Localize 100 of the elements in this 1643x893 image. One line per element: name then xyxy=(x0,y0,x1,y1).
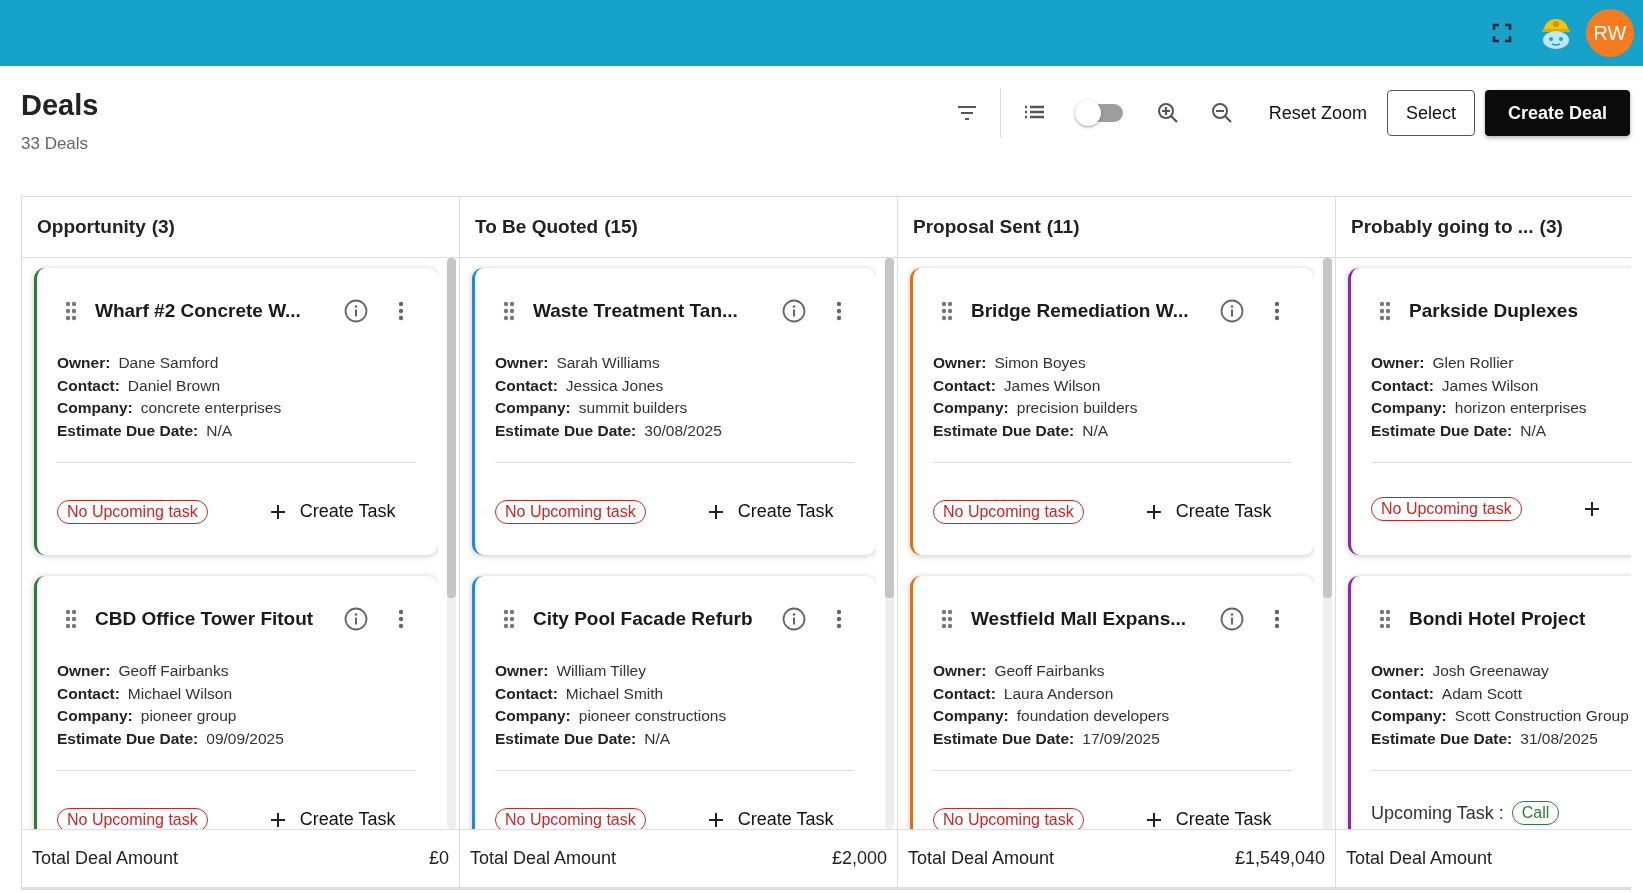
total-amount: £2,000 xyxy=(831,848,887,869)
plus-icon[interactable] xyxy=(707,811,724,828)
deal-card[interactable]: Wharf #2 Concrete W... Owner: Dane Samford Contact: Daniel Brown Company: concrete enterprises Estimate Due Date: N/A No Upcoming task Create Task xyxy=(34,268,438,555)
fullscreen-icon[interactable] xyxy=(1492,23,1512,43)
zoom-out-icon[interactable] xyxy=(1209,101,1234,125)
field-value: 17/09/2025 xyxy=(1082,729,1160,748)
field-label: Company: xyxy=(57,707,133,726)
field-label: Owner: xyxy=(933,354,987,373)
drag-handle-icon[interactable] xyxy=(65,609,77,629)
field-value: Laura Anderson xyxy=(1003,684,1114,703)
more-options-icon[interactable] xyxy=(398,301,404,321)
field-label: Estimate Due Date: xyxy=(933,729,1075,748)
field-label: Estimate Due Date: xyxy=(933,421,1075,440)
field-label: Company: xyxy=(495,399,571,418)
field-value: Michael Smith xyxy=(565,684,664,703)
field-label: Contact: xyxy=(495,376,558,395)
field-value: Michael Wilson xyxy=(127,684,233,703)
more-options-icon[interactable] xyxy=(1274,609,1280,629)
deal-card[interactable]: Parkside Duplexes Owner: Glen Rollier Contact: James Wilson Company: horizon enterprises Estimate Due Date: N/A No Upcoming task xyxy=(1348,268,1631,555)
scrollbar[interactable] xyxy=(447,258,456,829)
create-task-button[interactable]: Create Task xyxy=(707,497,834,526)
column-count: (3) xyxy=(1539,216,1563,238)
drag-handle-icon[interactable] xyxy=(503,301,515,321)
field-label: Estimate Due Date: xyxy=(495,729,637,748)
plus-icon[interactable] xyxy=(1145,811,1162,828)
column-count: (11) xyxy=(1046,216,1080,238)
drag-handle-icon[interactable] xyxy=(65,301,77,321)
reset-zoom-button[interactable]: Reset Zoom xyxy=(1262,94,1373,132)
field-value: N/A xyxy=(644,729,671,748)
column-title: Proposal Sent xyxy=(913,216,1041,238)
more-options-icon[interactable] xyxy=(836,301,842,321)
scrollbar[interactable] xyxy=(1323,258,1332,829)
plus-icon[interactable] xyxy=(269,503,286,520)
create-task-button[interactable]: Create Task xyxy=(1145,805,1272,829)
field-value: pioneer group xyxy=(140,707,237,726)
plus-icon[interactable] xyxy=(1145,503,1162,520)
plus-icon[interactable] xyxy=(707,503,724,520)
deal-card[interactable]: Waste Treatment Tan... Owner: Sarah Williams Contact: Jessica Jones Company: summit builders Estimate Due Date: 30/08/2025 No Upcoming task Create Task xyxy=(472,268,876,555)
create-task-button[interactable]: Create Task xyxy=(707,805,834,829)
total-label: Total Deal Amount xyxy=(470,848,617,869)
deal-title: Bondi Hotel Project xyxy=(1409,608,1587,630)
field-label: Contact: xyxy=(57,376,120,395)
deal-card[interactable]: Bondi Hotel Project Owner: Josh Greenaway Contact: Adam Scott Company: Scott Construction Group Estimate Due Date: 31/08/2025 Upcoming Task : Call xyxy=(1348,576,1631,829)
create-task-button[interactable]: Create Task xyxy=(1145,497,1272,526)
drag-handle-icon[interactable] xyxy=(941,301,953,321)
field-value: N/A xyxy=(1082,421,1109,440)
field-value: Jessica Jones xyxy=(565,376,664,395)
more-options-icon[interactable] xyxy=(398,609,404,629)
plus-icon[interactable] xyxy=(269,811,286,828)
field-label: Estimate Due Date: xyxy=(1371,729,1513,748)
field-label: Company: xyxy=(1371,399,1447,418)
more-options-icon[interactable] xyxy=(1274,301,1280,321)
info-icon[interactable] xyxy=(1220,299,1244,323)
drag-handle-icon[interactable] xyxy=(1379,301,1391,321)
field-value: Dane Samford xyxy=(118,354,219,373)
drag-handle-icon[interactable] xyxy=(503,609,515,629)
info-icon[interactable] xyxy=(344,299,368,323)
field-label: Company: xyxy=(933,707,1009,726)
drag-handle-icon[interactable] xyxy=(1379,609,1391,629)
create-task-button[interactable]: Create Task xyxy=(269,805,396,829)
deal-count: 33 Deals xyxy=(21,134,90,154)
deal-title: Wharf #2 Concrete W... xyxy=(95,300,302,322)
field-label: Company: xyxy=(1371,707,1447,726)
total-label: Total Deal Amount xyxy=(908,848,1055,869)
create-task-button[interactable]: Create Task xyxy=(269,497,396,526)
info-icon[interactable] xyxy=(782,607,806,631)
upcoming-task-label: Upcoming Task : xyxy=(1371,802,1504,824)
field-label: Owner: xyxy=(57,354,111,373)
info-icon[interactable] xyxy=(344,607,368,631)
field-value: horizon enterprises xyxy=(1454,399,1587,418)
field-label: Owner: xyxy=(495,662,549,681)
field-label: Contact: xyxy=(933,376,996,395)
column-count: (15) xyxy=(604,216,638,238)
column-title: Probably going to ... xyxy=(1351,216,1534,238)
deal-card[interactable]: City Pool Facade Refurb Owner: William Tilley Contact: Michael Smith Company: pioneer constructions Estimate Due Date: N/A No Upcoming task Create Task xyxy=(472,576,876,829)
field-value: William Tilley xyxy=(556,662,646,681)
deal-card[interactable]: CBD Office Tower Fitout Owner: Geoff Fairbanks Contact: Michael Wilson Company: pioneer group Estimate Due Date: 09/09/2025 No Upcoming task Create Task xyxy=(34,576,438,829)
select-button[interactable]: Select xyxy=(1386,90,1475,136)
create-deal-button[interactable]: Create Deal xyxy=(1484,90,1630,136)
deal-card[interactable]: Westfield Mall Expans... Owner: Geoff Fairbanks Contact: Laura Anderson Company: foundation developers Estimate Due Date: 17/09/2025 No Upcoming task Create Task xyxy=(910,576,1314,829)
page-title: Deals xyxy=(21,89,99,122)
deal-card[interactable]: Bridge Remediation W... Owner: Simon Boyes Contact: James Wilson Company: precision builders Estimate Due Date: N/A No Upcoming task Create Task xyxy=(910,268,1314,555)
field-label: Owner: xyxy=(1371,662,1425,681)
zoom-in-icon[interactable] xyxy=(1155,101,1180,125)
total-amount: £1,549,040 xyxy=(1234,848,1325,869)
field-label: Estimate Due Date: xyxy=(57,729,199,748)
deal-title: Westfield Mall Expans... xyxy=(971,608,1188,630)
field-value: pioneer constructions xyxy=(578,707,727,726)
scrollbar[interactable] xyxy=(885,258,894,829)
more-options-icon[interactable] xyxy=(836,609,842,629)
info-icon[interactable] xyxy=(782,299,806,323)
column-count: (3) xyxy=(151,216,175,238)
total-label: Total Deal Amount xyxy=(1346,848,1493,869)
field-value: James Wilson xyxy=(1441,376,1539,395)
drag-handle-icon[interactable] xyxy=(941,609,953,629)
field-value: precision builders xyxy=(1016,399,1138,418)
field-label: Owner: xyxy=(495,354,549,373)
plus-icon[interactable] xyxy=(1583,501,1600,517)
field-label: Contact: xyxy=(1371,684,1434,703)
info-icon[interactable] xyxy=(1220,607,1244,631)
